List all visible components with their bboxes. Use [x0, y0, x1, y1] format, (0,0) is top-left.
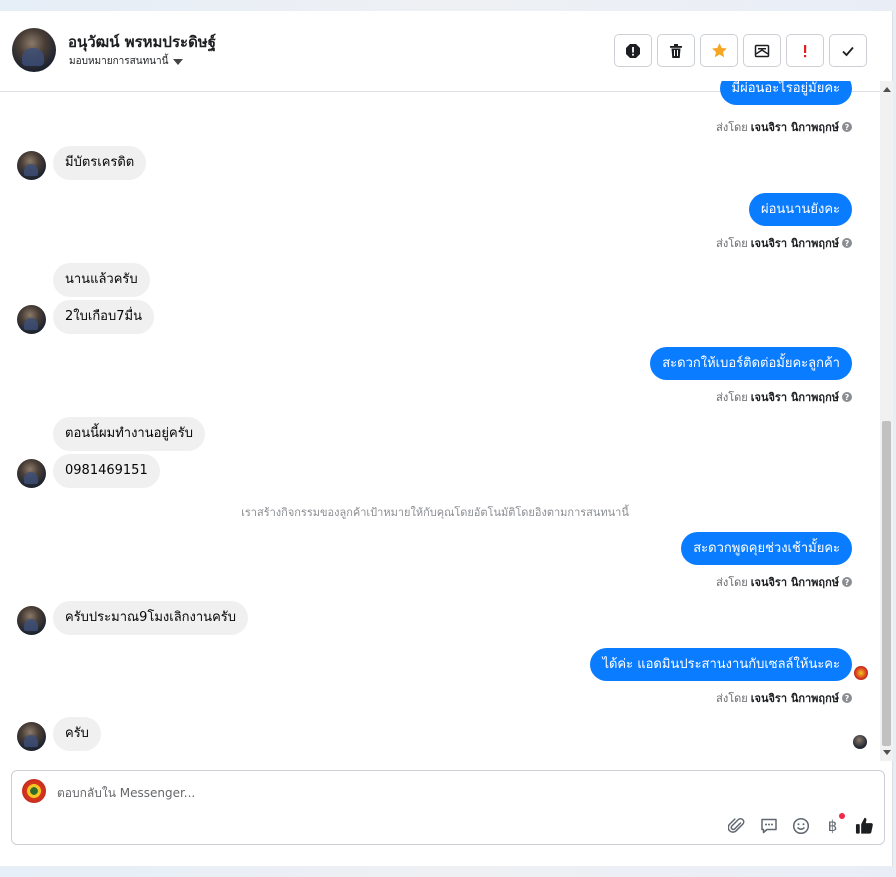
like-button[interactable] [855, 816, 874, 835]
message-thread[interactable]: มีผ่อนอะไรอยู่มั้ยคะ ส่งโดย เจนจิรา นิกา… [0, 81, 880, 761]
contact-avatar-small[interactable] [17, 459, 46, 488]
composer-toolbar: ฿ [727, 813, 874, 835]
reply-composer: ฿ [11, 770, 885, 845]
outgoing-message: มีผ่อนอะไรอยู่มั้ยคะ [719, 81, 852, 105]
page-avatar [22, 779, 46, 803]
help-icon[interactable]: ? [842, 122, 852, 132]
assign-label: มอบหมายการสนทนานี้ [69, 56, 169, 67]
help-icon[interactable]: ? [842, 693, 852, 703]
assign-conversation-dropdown[interactable]: มอบหมายการสนทนานี้ [69, 54, 184, 69]
help-icon[interactable]: ? [842, 392, 852, 402]
baht-payment-icon: ฿ [827, 816, 838, 835]
exclamation-icon [804, 44, 807, 57]
outgoing-message: ผ่อนนานยังคะ [748, 193, 852, 226]
thumbs-up-icon [855, 817, 873, 834]
reply-input[interactable] [57, 783, 657, 803]
emoji-button[interactable] [791, 816, 810, 835]
alert-circle-icon [626, 43, 640, 58]
payment-button[interactable]: ฿ [823, 813, 845, 835]
thread-scrollbar[interactable] [880, 81, 893, 761]
caret-down-icon [173, 58, 184, 65]
outgoing-message: สะดวกพูดคุยช่วงเช้ามั้ยคะ [681, 532, 852, 565]
scroll-up-arrow-icon[interactable] [883, 87, 891, 92]
help-icon[interactable]: ? [842, 577, 852, 587]
incoming-message: ตอนนี้ผมทำงานอยู่ครับ [53, 417, 205, 451]
mark-spam-button[interactable] [614, 34, 652, 67]
follow-up-button[interactable] [786, 34, 824, 67]
outgoing-message: ได้ค่ะ แอดมินประสานงานกับเซลล์ให้นะคะ [590, 648, 852, 681]
delete-button[interactable] [657, 34, 695, 67]
help-icon[interactable]: ? [842, 238, 852, 248]
header-actions [614, 34, 867, 67]
incoming-message: 0981469151 [53, 454, 160, 488]
mark-done-button[interactable] [829, 34, 867, 67]
mark-unread-button[interactable] [743, 34, 781, 67]
contact-name[interactable]: อนุวัฒน์ พรหมประดิษฐ์ [68, 30, 216, 54]
scroll-down-arrow-icon[interactable] [883, 750, 891, 755]
emoji-icon [792, 817, 809, 834]
check-icon [842, 46, 854, 56]
envelope-icon [754, 44, 770, 57]
contact-avatar-small[interactable] [17, 722, 46, 751]
incoming-message: 2ใบเกือบ7มื่น [53, 300, 154, 334]
outgoing-message: สะดวกให้เบอร์ติดต่อมั้ยคะลูกค้า [650, 347, 852, 380]
saved-replies-button[interactable] [759, 816, 778, 835]
quick-reply-icon [760, 818, 777, 833]
page-seen-indicator [854, 666, 868, 680]
sent-by-label: ส่งโดย เจนจิรา นิกาพฤกษ์ ? [716, 118, 852, 136]
incoming-message: ครับประมาณ9โมงเลิกงานครับ [53, 601, 248, 635]
scrollbar-thumb[interactable] [882, 421, 891, 746]
system-notice: เราสร้างกิจกรรมของลูกค้าเป้าหมายให้กับคุ… [241, 506, 629, 519]
attach-button[interactable] [727, 816, 746, 835]
sent-by-label: ส่งโดย เจนจิรา นิกาพฤกษ์ ? [716, 234, 852, 252]
conversation-header: อนุวัฒน์ พรหมประดิษฐ์ มอบหมายการสนทนานี้ [0, 11, 893, 92]
paperclip-icon [727, 817, 744, 833]
sent-by-label: ส่งโดย เจนจิรา นิกาพฤกษ์ ? [716, 573, 852, 591]
trash-icon [670, 43, 682, 58]
contact-avatar-small[interactable] [17, 606, 46, 635]
contact-avatar[interactable] [12, 28, 56, 72]
incoming-message: นานแล้วครับ [53, 263, 150, 297]
notification-dot [839, 813, 845, 819]
incoming-message: มีบัตรเครดิต [53, 146, 147, 180]
star-button[interactable] [700, 34, 738, 67]
sent-by-label: ส่งโดย เจนจิรา นิกาพฤกษ์ ? [716, 388, 852, 406]
sent-by-label: ส่งโดย เจนจิรา นิกาพฤกษ์ ? [716, 689, 852, 707]
star-icon [711, 43, 727, 58]
contact-seen-indicator [853, 735, 867, 749]
contact-avatar-small[interactable] [17, 151, 46, 180]
incoming-message: ครับ [53, 717, 101, 751]
contact-avatar-small[interactable] [17, 305, 46, 334]
